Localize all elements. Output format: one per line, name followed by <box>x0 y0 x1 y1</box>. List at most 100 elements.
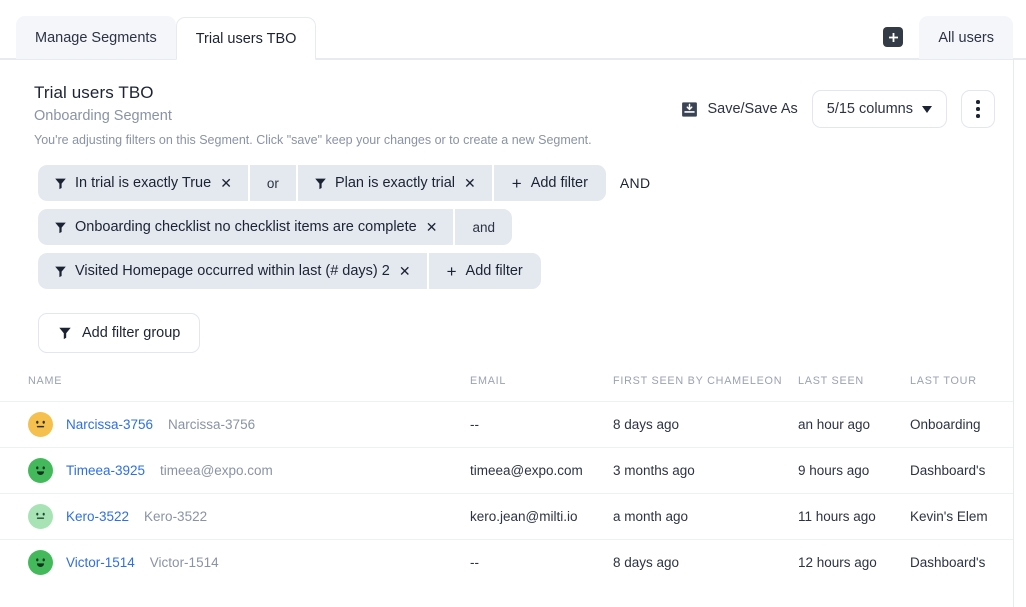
header-actions: Save/Save As 5/15 columns <box>681 82 1013 128</box>
funnel-icon <box>54 265 67 278</box>
table-header-row: NAME EMAIL FIRST SEEN BY CHAMELEON LAST … <box>0 375 1014 402</box>
user-name-link[interactable]: Kero-3522 <box>66 509 129 524</box>
cell-name: Timeea-3925 timeea@expo.com <box>0 448 470 494</box>
save-button-label: Save/Save As <box>707 101 797 117</box>
users-table-body: Narcissa-3756 Narcissa-3756 -- 8 days ag… <box>0 402 1014 586</box>
cell-email: -- <box>470 402 613 448</box>
segment-description: You're adjusting filters on this Segment… <box>34 131 681 149</box>
cell-last-seen: 9 hours ago <box>798 448 910 494</box>
cell-first-seen: 8 days ago <box>613 402 798 448</box>
smiley-face-icon <box>28 458 53 483</box>
close-x-icon[interactable]: ✕ <box>399 264 411 278</box>
tab-bar-right: All users <box>883 16 1026 59</box>
cell-last-seen: 12 hours ago <box>798 540 910 586</box>
plus-icon <box>888 32 899 43</box>
filter-chip-label: Plan is exactly trial <box>335 175 455 191</box>
filter-chip[interactable]: Onboarding checklist no checklist items … <box>38 209 453 245</box>
add-filter-label: Add filter <box>466 263 523 279</box>
add-filter-button[interactable]: + Add filter <box>494 165 606 201</box>
user-name-alt: Kero-3522 <box>144 509 207 524</box>
filter-area: In trial is exactly True ✕ or Plan is ex… <box>0 149 1013 353</box>
more-options-button[interactable] <box>961 90 995 128</box>
close-x-icon[interactable]: ✕ <box>220 176 232 190</box>
columns-select[interactable]: 5/15 columns <box>812 90 947 128</box>
filter-chip[interactable]: In trial is exactly True ✕ <box>38 165 248 201</box>
filter-chip-group: Onboarding checklist no checklist items … <box>38 209 512 245</box>
filter-operator-toggle[interactable]: and <box>455 209 512 245</box>
save-button[interactable]: Save/Save As <box>681 101 797 118</box>
filter-operator-label: and <box>472 220 495 235</box>
cell-last-seen: an hour ago <box>798 402 910 448</box>
table-row[interactable]: Victor-1514 Victor-1514 -- 8 days ago 12… <box>0 540 1014 586</box>
add-filter-label: Add filter <box>531 175 588 191</box>
avatar <box>28 458 53 483</box>
segment-builder-page: Manage Segments Trial users TBO All user… <box>0 0 1026 607</box>
more-vertical-icon-dot <box>976 114 980 118</box>
close-x-icon[interactable]: ✕ <box>464 176 476 190</box>
filter-chip[interactable]: Visited Homepage occurred within last (#… <box>38 253 427 289</box>
users-table: NAME EMAIL FIRST SEEN BY CHAMELEON LAST … <box>0 375 1014 586</box>
cell-email: -- <box>470 540 613 586</box>
panel-header: Trial users TBO Onboarding Segment You'r… <box>0 60 1013 149</box>
user-name-alt: Victor-1514 <box>150 555 219 570</box>
funnel-icon <box>58 326 72 340</box>
user-name-link[interactable]: Timeea-3925 <box>66 463 145 478</box>
user-name-alt: timeea@expo.com <box>160 463 273 478</box>
column-header-email[interactable]: EMAIL <box>470 375 613 402</box>
column-header-last-seen[interactable]: LAST SEEN <box>798 375 910 402</box>
cell-first-seen: 3 months ago <box>613 448 798 494</box>
add-filter-group-label: Add filter group <box>82 325 180 341</box>
smiley-face-icon <box>28 504 53 529</box>
cell-first-seen: a month ago <box>613 494 798 540</box>
table-row[interactable]: Narcissa-3756 Narcissa-3756 -- 8 days ag… <box>0 402 1014 448</box>
filter-chip[interactable]: Plan is exactly trial ✕ <box>298 165 492 201</box>
funnel-icon <box>314 177 327 190</box>
column-header-name[interactable]: NAME <box>0 375 470 402</box>
avatar <box>28 504 53 529</box>
tab-trial-users-tbo[interactable]: Trial users TBO <box>176 17 317 60</box>
funnel-icon <box>54 177 67 190</box>
cell-last-tour: Dashboard's <box>910 448 1014 494</box>
tab-all-users[interactable]: All users <box>919 16 1013 59</box>
filter-operator-toggle[interactable]: or <box>250 165 296 201</box>
segment-subtitle: Onboarding Segment <box>34 105 681 127</box>
cell-name: Kero-3522 Kero-3522 <box>0 494 470 540</box>
cell-last-tour: Kevin's Elem <box>910 494 1014 540</box>
filter-group-row: In trial is exactly True ✕ or Plan is ex… <box>38 165 1013 201</box>
cell-name: Narcissa-3756 Narcissa-3756 <box>0 402 470 448</box>
column-header-first-seen[interactable]: FIRST SEEN BY CHAMELEON <box>613 375 798 402</box>
cell-first-seen: 8 days ago <box>613 540 798 586</box>
tab-label: All users <box>938 30 994 46</box>
save-tray-icon <box>681 101 698 118</box>
page-title: Trial users TBO <box>34 82 681 104</box>
filter-group-row: Onboarding checklist no checklist items … <box>38 209 1013 245</box>
user-name-alt: Narcissa-3756 <box>168 417 255 432</box>
segment-title-block: Trial users TBO Onboarding Segment You'r… <box>34 82 681 149</box>
close-x-icon[interactable]: ✕ <box>426 220 438 234</box>
user-name-link[interactable]: Narcissa-3756 <box>66 417 153 432</box>
filter-group-row: Visited Homepage occurred within last (#… <box>38 253 1013 289</box>
group-conjunction: AND <box>620 175 650 191</box>
add-tab-button[interactable] <box>883 27 903 47</box>
filter-chip-label: Onboarding checklist no checklist items … <box>75 219 417 235</box>
table-row[interactable]: Kero-3522 Kero-3522 kero.jean@milti.io a… <box>0 494 1014 540</box>
caret-down-icon <box>922 106 932 113</box>
tab-label: Manage Segments <box>35 30 157 46</box>
add-filter-group-button[interactable]: Add filter group <box>38 313 200 353</box>
smiley-face-icon <box>28 550 53 575</box>
filter-chip-label: In trial is exactly True <box>75 175 211 191</box>
user-name-link[interactable]: Victor-1514 <box>66 555 135 570</box>
filter-chip-group: Visited Homepage occurred within last (#… <box>38 253 541 289</box>
cell-last-seen: 11 hours ago <box>798 494 910 540</box>
avatar <box>28 550 53 575</box>
table-row[interactable]: Timeea-3925 timeea@expo.com timeea@expo.… <box>0 448 1014 494</box>
funnel-icon <box>54 221 67 234</box>
tab-label: Trial users TBO <box>196 31 297 47</box>
tab-manage-segments[interactable]: Manage Segments <box>16 16 176 59</box>
more-vertical-icon-dot <box>976 100 980 104</box>
cell-email: timeea@expo.com <box>470 448 613 494</box>
column-header-last-tour[interactable]: LAST TOUR <box>910 375 1014 402</box>
users-table-container: NAME EMAIL FIRST SEEN BY CHAMELEON LAST … <box>0 375 1013 586</box>
add-filter-button[interactable]: + Add filter <box>429 253 541 289</box>
plus-icon: + <box>447 263 457 280</box>
